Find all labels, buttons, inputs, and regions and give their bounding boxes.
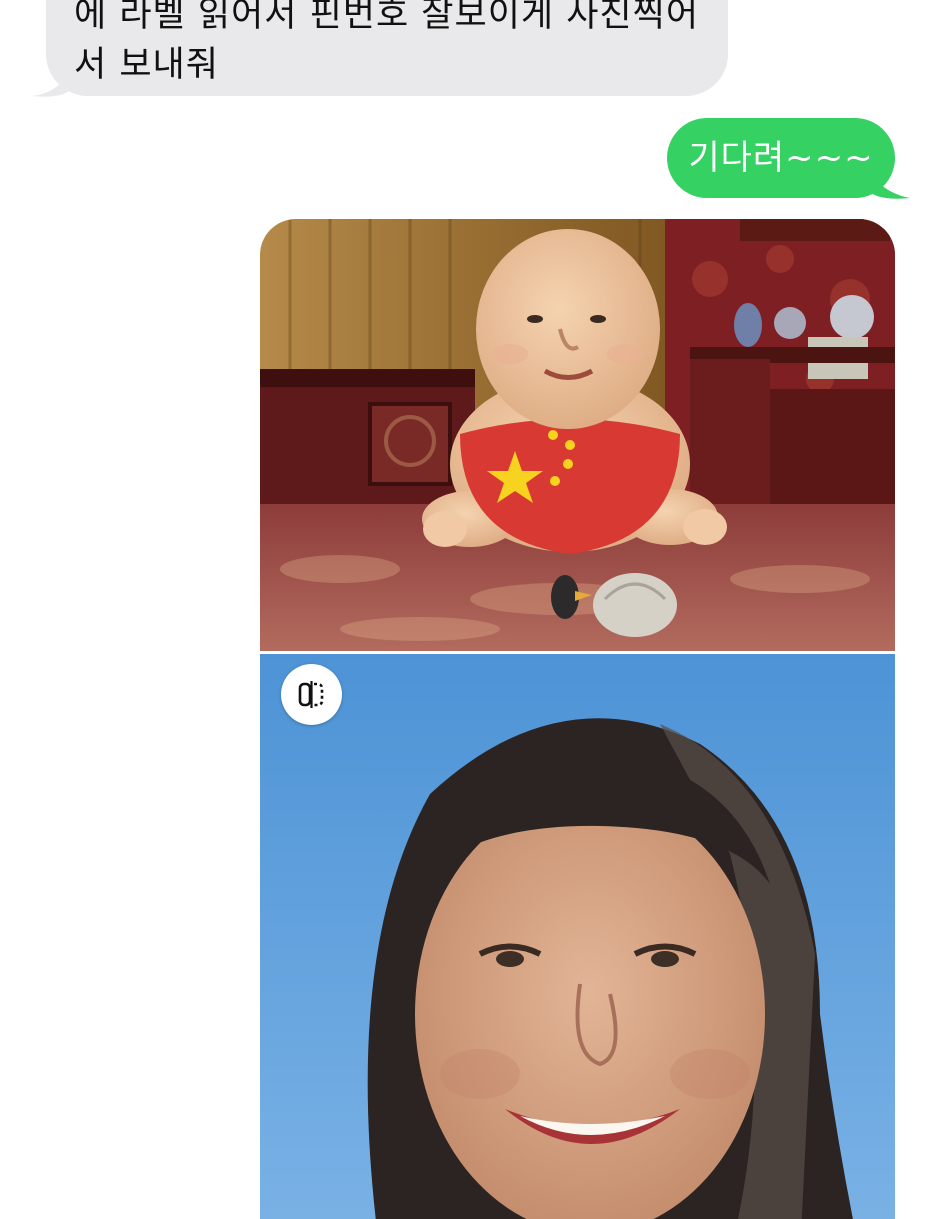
live-photo-compare-icon xyxy=(298,681,324,708)
live-photo-compare-button[interactable] xyxy=(281,664,342,725)
cartoon-baby-image[interactable] xyxy=(260,219,895,651)
outgoing-message-bubble[interactable]: 기다려~~~ xyxy=(667,118,895,198)
message-thread[interactable]: 에 라벨 읽어서 핀번호 잘보이게 사진찍어 서 보내줘 기다려~~~ xyxy=(0,0,941,1219)
portrait-photo-image[interactable] xyxy=(260,654,895,1219)
incoming-message-bubble[interactable]: 에 라벨 읽어서 핀번호 잘보이게 사진찍어 서 보내줘 xyxy=(46,0,728,96)
image-attachment-stack xyxy=(260,219,895,1219)
